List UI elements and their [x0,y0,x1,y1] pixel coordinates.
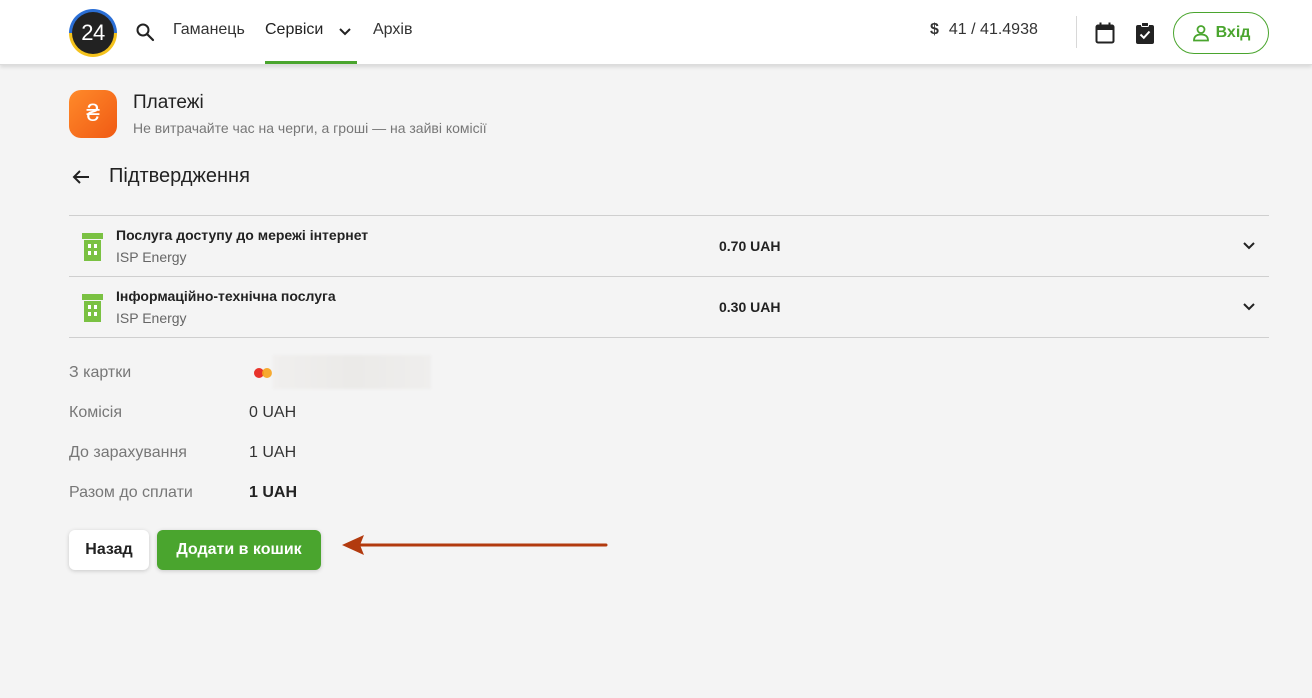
search-icon[interactable] [135,22,155,42]
credited-value: 1 UAH [249,444,297,461]
logo-text: 24 [81,20,105,45]
login-label: Вхід [1215,24,1251,41]
top-header: 24 Гаманець Сервіси Архів $41 / 41.4938 … [0,0,1312,65]
total-value: 1 UAH [249,484,298,501]
service-row[interactable]: Послуга доступу до мережі інтернет ISP E… [69,216,1269,277]
privat24-logo[interactable]: 24 [69,9,117,57]
service-amount: 0.30 UAH [719,299,781,315]
commission-label: Комісія [69,404,122,421]
chevron-down-icon[interactable] [1241,299,1257,315]
mastercard-icon [254,368,272,378]
back-arrow-icon[interactable] [71,167,91,187]
dollar-icon: $ [930,21,939,38]
service-provider: ISP Energy [116,249,187,265]
clipboard-check-icon[interactable] [1135,22,1155,44]
exchange-rate[interactable]: $41 / 41.4938 [930,21,1038,39]
user-icon [1192,25,1209,42]
header-divider [1076,16,1077,48]
annotation-arrow-icon [342,535,608,555]
total-label: Разом до сплати [69,484,193,501]
chevron-down-icon[interactable] [337,24,353,40]
service-name: Послуга доступу до мережі інтернет [116,227,369,243]
calendar-icon[interactable] [1095,22,1115,44]
building-icon [82,233,103,261]
chevron-down-icon[interactable] [1241,238,1257,254]
building-icon [82,294,103,322]
add-to-cart-button[interactable]: Додати в кошик [157,530,321,570]
card-number-masked [273,355,431,389]
services-list: Послуга доступу до мережі інтернет ISP E… [69,215,1269,338]
active-tab-indicator [265,61,357,64]
app-subtitle: Не витрачайте час на черги, а гроші — на… [133,120,487,136]
from-card-label: З картки [69,364,132,381]
service-name: Інформаційно-технічна послуга [116,288,336,304]
payments-app-icon: ₴ [69,90,117,138]
back-button[interactable]: Назад [69,530,149,570]
exchange-rate-value: 41 / 41.4938 [948,21,1038,38]
service-amount: 0.70 UAH [719,238,781,254]
nav-archive[interactable]: Архів [373,21,412,39]
credited-label: До зарахування [69,444,187,461]
service-provider: ISP Energy [116,310,187,326]
hryvnia-icon: ₴ [86,100,100,127]
commission-value: 0 UAH [249,404,297,421]
page-title: Підтвердження [109,165,250,187]
service-row[interactable]: Інформаційно-технічна послуга ISP Energy… [69,277,1269,338]
nav-services[interactable]: Сервіси [265,21,323,39]
nav-wallet[interactable]: Гаманець [173,21,245,39]
login-button[interactable]: Вхід [1173,12,1269,54]
app-title: Платежі [133,92,204,113]
